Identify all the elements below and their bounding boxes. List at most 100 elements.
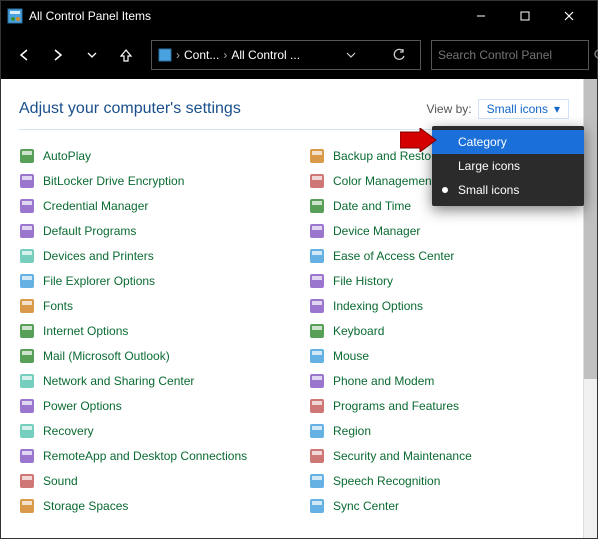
applet-label: Default Programs bbox=[43, 224, 136, 238]
applet-label: Mail (Microsoft Outlook) bbox=[43, 349, 170, 363]
applet-label: Fonts bbox=[43, 299, 73, 313]
applet-icon bbox=[309, 198, 325, 214]
applet-icon bbox=[309, 323, 325, 339]
up-button[interactable] bbox=[111, 40, 141, 70]
applet-label: Credential Manager bbox=[43, 199, 148, 213]
control-panel-item[interactable]: Storage Spaces bbox=[19, 498, 279, 514]
control-panel-item[interactable]: Region bbox=[309, 423, 569, 439]
maximize-button[interactable] bbox=[503, 1, 547, 31]
applet-label: Color Management bbox=[333, 174, 435, 188]
search-input[interactable] bbox=[438, 48, 593, 62]
applet-icon bbox=[19, 348, 35, 364]
applet-label: Ease of Access Center bbox=[333, 249, 454, 263]
chevron-down-icon[interactable] bbox=[344, 48, 358, 62]
control-panel-item[interactable]: AutoPlay bbox=[19, 148, 279, 164]
control-panel-icon bbox=[158, 48, 172, 62]
control-panel-item[interactable]: Security and Maintenance bbox=[309, 448, 569, 464]
applet-icon bbox=[309, 173, 325, 189]
control-panel-item[interactable]: Ease of Access Center bbox=[309, 248, 569, 264]
applet-icon bbox=[19, 223, 35, 239]
control-panel-item[interactable]: File History bbox=[309, 273, 569, 289]
applet-label: File History bbox=[333, 274, 393, 288]
applet-icon bbox=[309, 148, 325, 164]
applet-icon bbox=[309, 298, 325, 314]
control-panel-item[interactable]: Sync Center bbox=[309, 498, 569, 514]
control-panel-item[interactable]: Default Programs bbox=[19, 223, 279, 239]
applet-label: Phone and Modem bbox=[333, 374, 434, 388]
applet-label: File Explorer Options bbox=[43, 274, 155, 288]
minimize-button[interactable] bbox=[459, 1, 503, 31]
viewby-option-small-icons[interactable]: Small icons bbox=[432, 178, 584, 202]
applet-label: Sync Center bbox=[333, 499, 399, 513]
control-panel-item[interactable]: Fonts bbox=[19, 298, 279, 314]
chevron-right-icon: › bbox=[223, 48, 227, 62]
control-panel-item[interactable]: Recovery bbox=[19, 423, 279, 439]
control-panel-item[interactable]: Phone and Modem bbox=[309, 373, 569, 389]
control-panel-item[interactable]: Power Options bbox=[19, 398, 279, 414]
applet-icon bbox=[309, 248, 325, 264]
control-panel-item[interactable]: Internet Options bbox=[19, 323, 279, 339]
applet-label: Internet Options bbox=[43, 324, 128, 338]
applet-icon bbox=[309, 348, 325, 364]
applet-label: Recovery bbox=[43, 424, 94, 438]
control-panel-icon bbox=[7, 8, 23, 24]
vertical-scrollbar[interactable] bbox=[583, 79, 597, 538]
address-bar[interactable]: › Cont... › All Control ... bbox=[151, 40, 421, 70]
control-panel-item[interactable]: Device Manager bbox=[309, 223, 569, 239]
search-icon[interactable] bbox=[593, 48, 598, 62]
window-frame: All Control Panel Items › Cont... › All … bbox=[0, 0, 598, 539]
option-label: Large icons bbox=[458, 159, 520, 173]
applet-icon bbox=[309, 423, 325, 439]
option-label: Small icons bbox=[458, 183, 519, 197]
recent-locations-button[interactable] bbox=[77, 40, 107, 70]
control-panel-item[interactable]: Programs and Features bbox=[309, 398, 569, 414]
control-panel-item[interactable]: File Explorer Options bbox=[19, 273, 279, 289]
applet-label: RemoteApp and Desktop Connections bbox=[43, 449, 247, 463]
applet-icon bbox=[309, 273, 325, 289]
applet-label: Speech Recognition bbox=[333, 474, 440, 488]
selected-dot-icon bbox=[442, 187, 448, 193]
applet-icon bbox=[309, 398, 325, 414]
viewby-option-large-icons[interactable]: Large icons bbox=[432, 154, 584, 178]
close-button[interactable] bbox=[547, 1, 591, 31]
applet-label: BitLocker Drive Encryption bbox=[43, 174, 184, 188]
control-panel-item[interactable]: Sound bbox=[19, 473, 279, 489]
control-panel-item[interactable]: Credential Manager bbox=[19, 198, 279, 214]
view-by-dropdown[interactable]: Small icons ▾ bbox=[478, 99, 569, 119]
control-panel-item[interactable]: Indexing Options bbox=[309, 298, 569, 314]
control-panel-item[interactable]: BitLocker Drive Encryption bbox=[19, 173, 279, 189]
applet-label: Date and Time bbox=[333, 199, 411, 213]
applet-icon bbox=[19, 323, 35, 339]
applet-icon bbox=[19, 273, 35, 289]
refresh-button[interactable] bbox=[384, 40, 414, 70]
applet-icon bbox=[19, 398, 35, 414]
viewby-option-category[interactable]: Category bbox=[432, 130, 584, 154]
control-panel-item[interactable]: Speech Recognition bbox=[309, 473, 569, 489]
applet-icon bbox=[309, 498, 325, 514]
applet-label: Device Manager bbox=[333, 224, 420, 238]
items-column-1: AutoPlay BitLocker Drive Encryption Creden… bbox=[19, 148, 279, 514]
control-panel-item[interactable]: Mouse bbox=[309, 348, 569, 364]
applet-icon bbox=[309, 448, 325, 464]
applet-label: Keyboard bbox=[333, 324, 384, 338]
control-panel-item[interactable]: RemoteApp and Desktop Connections bbox=[19, 448, 279, 464]
titlebar: All Control Panel Items bbox=[1, 1, 597, 31]
breadcrumb-segment[interactable]: Cont... bbox=[184, 48, 219, 62]
search-box[interactable] bbox=[431, 40, 589, 70]
applet-label: Region bbox=[333, 424, 371, 438]
control-panel-item[interactable]: Mail (Microsoft Outlook) bbox=[19, 348, 279, 364]
applet-label: Devices and Printers bbox=[43, 249, 154, 263]
applet-icon bbox=[19, 498, 35, 514]
breadcrumb-segment[interactable]: All Control ... bbox=[231, 48, 300, 62]
control-panel-item[interactable]: Network and Sharing Center bbox=[19, 373, 279, 389]
back-button[interactable] bbox=[9, 40, 39, 70]
scrollbar-thumb[interactable] bbox=[584, 79, 597, 379]
control-panel-item[interactable]: Devices and Printers bbox=[19, 248, 279, 264]
applet-label: Indexing Options bbox=[333, 299, 423, 313]
view-by-popup: Category Large icons Small icons bbox=[432, 126, 584, 206]
applet-label: Network and Sharing Center bbox=[43, 374, 194, 388]
control-panel-item[interactable]: Keyboard bbox=[309, 323, 569, 339]
applet-icon bbox=[309, 473, 325, 489]
applet-icon bbox=[19, 448, 35, 464]
forward-button[interactable] bbox=[43, 40, 73, 70]
